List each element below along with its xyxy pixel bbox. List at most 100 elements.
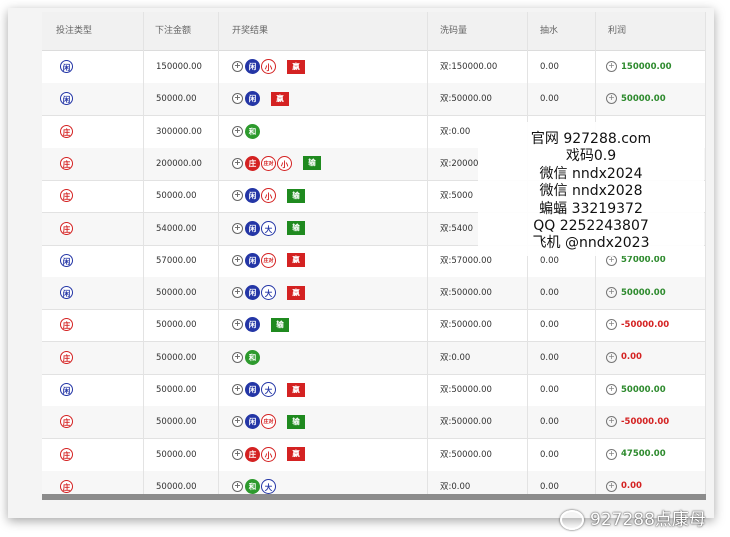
- profit-cell: + -50000.00: [606, 309, 669, 341]
- zoom-in-icon[interactable]: +: [232, 254, 243, 266]
- outcome-tag: 输: [287, 221, 305, 235]
- profit-cell: +50000.00: [606, 83, 666, 115]
- zoom-in-icon[interactable]: +: [606, 351, 617, 363]
- result-chip: 大: [261, 478, 276, 494]
- zoom-in-icon[interactable]: +: [606, 480, 617, 492]
- result-cell: + 闲大赢: [232, 277, 305, 309]
- result-chip: 和: [245, 123, 260, 139]
- bet-type-badge: 庄: [60, 479, 73, 493]
- bet-amount: 150000.00: [156, 62, 202, 72]
- commission-value: 0.00: [540, 417, 559, 428]
- result-cell: + 闲小输: [232, 180, 305, 212]
- zoom-in-icon[interactable]: +: [232, 319, 243, 331]
- bet-type-badge: 闲: [60, 253, 73, 267]
- result-cell: + 闲庄对输: [232, 406, 305, 438]
- zoom-in-icon[interactable]: +: [232, 222, 243, 234]
- result-chip: 庄对: [261, 252, 276, 268]
- outcome-tag: 赢: [287, 59, 305, 74]
- result-chip: 小: [277, 155, 292, 171]
- zoom-in-icon[interactable]: +: [606, 61, 617, 72]
- commission-value: 0.00: [540, 385, 559, 395]
- result-cell: + 庄庄对小输: [232, 148, 321, 180]
- bet-type-badge: 庄: [60, 318, 73, 332]
- zoom-in-icon[interactable]: +: [232, 416, 243, 428]
- result-cell: + 闲小赢: [232, 51, 305, 83]
- result-chip: 庄: [245, 155, 260, 171]
- zoom-in-icon[interactable]: +: [232, 384, 243, 395]
- outcome-tag: 赢: [287, 285, 305, 300]
- zoom-in-icon[interactable]: +: [232, 351, 243, 363]
- bet-amount: 300000.00: [156, 126, 202, 137]
- zoom-in-icon[interactable]: +: [606, 319, 617, 331]
- bet-amount: 50000.00: [156, 94, 197, 105]
- profit-cell: +0.00: [606, 471, 642, 495]
- zoom-in-icon[interactable]: +: [606, 93, 617, 105]
- result-chip: 闲: [245, 317, 260, 333]
- zoom-in-icon[interactable]: +: [232, 480, 243, 492]
- wash-amount: 双:0.00: [440, 126, 471, 137]
- bet-type-badge: 庄: [60, 156, 73, 170]
- table-row: 闲 50000.00 + 闲大赢双:50000.00 0.00 +50000.00: [42, 374, 706, 407]
- profit-cell: +0.00: [606, 342, 642, 374]
- result-chip: 庄对: [261, 414, 276, 430]
- horizontal-scrollbar[interactable]: [42, 494, 706, 500]
- result-chip: 小: [261, 188, 276, 204]
- zoom-in-icon[interactable]: +: [232, 93, 243, 105]
- result-chip: 闲: [245, 382, 260, 397]
- table-row: 庄 50000.00 + 闲庄对输双:50000.00 0.00 + -50000.00: [42, 406, 706, 440]
- zoom-in-icon[interactable]: +: [606, 254, 617, 266]
- commission-value: 0.00: [540, 62, 559, 72]
- wash-amount: 双:50000.00: [440, 385, 492, 395]
- zoom-in-icon[interactable]: +: [606, 416, 617, 428]
- zoom-in-icon[interactable]: +: [606, 448, 617, 460]
- bet-amount: 50000.00: [156, 320, 197, 331]
- column-divider: [427, 12, 428, 495]
- bet-type-badge: 庄: [60, 124, 73, 138]
- bet-amount: 200000.00: [156, 158, 202, 169]
- result-chip: 闲: [245, 285, 260, 301]
- overlay-line: 官网 927288.com: [530, 131, 652, 147]
- result-cell: + 闲大输: [232, 213, 305, 245]
- wash-amount: 双:50000.00: [440, 288, 492, 299]
- result-chip: 和: [245, 349, 260, 365]
- bet-amount: 54000.00: [156, 223, 197, 234]
- outcome-tag: 赢: [287, 447, 305, 462]
- overlay-line: 戏码0.9: [565, 148, 617, 164]
- commission-value: 0.00: [540, 449, 559, 460]
- bet-amount: 57000.00: [156, 255, 197, 266]
- result-chip: 闲: [245, 414, 260, 430]
- zoom-in-icon[interactable]: +: [232, 125, 243, 137]
- bet-type-badge: 庄: [60, 415, 73, 429]
- result-chip: 闲: [245, 188, 260, 204]
- zoom-in-icon[interactable]: +: [232, 448, 243, 460]
- profit-cell: +150000.00: [606, 51, 672, 83]
- outcome-tag: 赢: [287, 382, 305, 397]
- commission-value: 0.00: [540, 288, 559, 299]
- column-divider: [218, 12, 219, 495]
- zoom-in-icon[interactable]: +: [232, 190, 243, 202]
- bet-type-badge: 庄: [60, 221, 73, 235]
- profit-value: 50000.00: [621, 93, 666, 104]
- result-chip: 小: [261, 446, 276, 462]
- profit-value: 50000.00: [621, 287, 666, 298]
- zoom-in-icon[interactable]: +: [606, 287, 617, 299]
- bet-type-badge: 闲: [60, 92, 73, 106]
- result-cell: + 闲庄对赢: [232, 245, 305, 277]
- result-chip: 大: [261, 220, 276, 236]
- table-row: 庄 50000.00 + 闲输双:50000.00 0.00 + -50000.00: [42, 309, 706, 343]
- table-row: 庄 50000.00 + 和双:0.00 0.00 +0.00: [42, 341, 706, 375]
- zoom-in-icon[interactable]: +: [232, 287, 243, 299]
- outcome-tag: 赢: [271, 91, 289, 106]
- profit-cell: + -50000.00: [606, 406, 669, 438]
- zoom-in-icon[interactable]: +: [232, 157, 243, 169]
- bet-type-badge: 庄: [60, 447, 73, 461]
- bet-amount: 50000.00: [156, 481, 197, 492]
- result-chip: 闲: [245, 91, 260, 107]
- wash-amount: 双:50000.00: [440, 320, 492, 331]
- profit-value: 50000.00: [621, 384, 666, 395]
- zoom-in-icon[interactable]: +: [232, 61, 243, 72]
- profit-value: -50000.00: [621, 319, 670, 330]
- zoom-in-icon[interactable]: +: [606, 384, 617, 395]
- bet-type-badge: 闲: [60, 383, 73, 396]
- overlay-line: QQ 2252243807: [533, 218, 649, 234]
